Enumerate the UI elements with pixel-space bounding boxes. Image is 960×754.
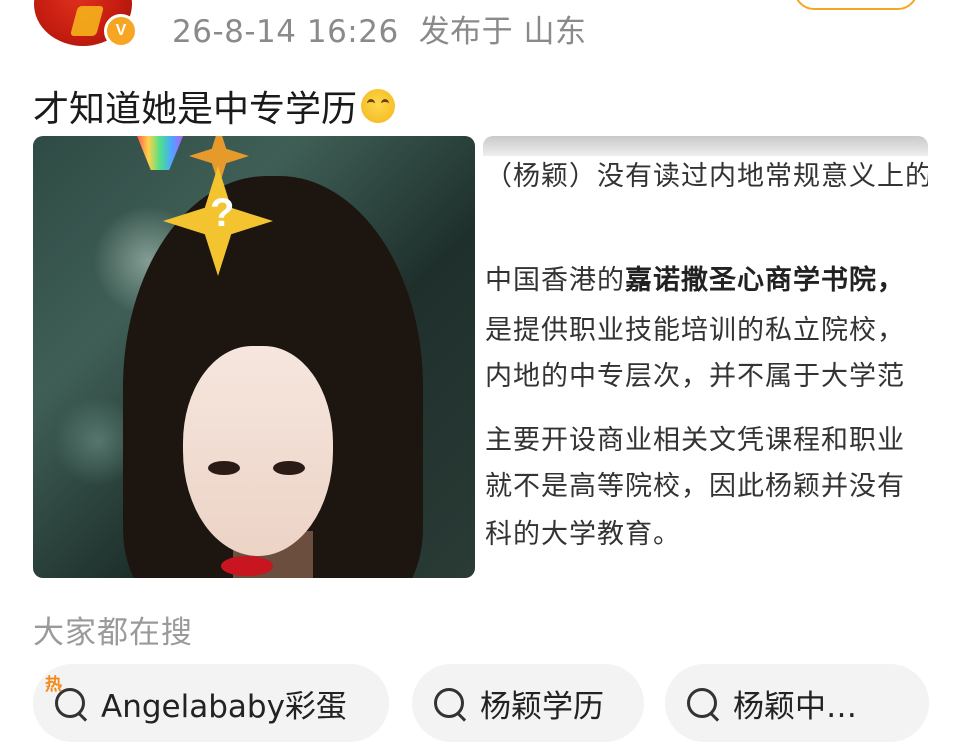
search-chip-angelababy[interactable]: 热 Angelababy彩蛋 [33,664,389,742]
text-image-line: 中国香港的嘉诺撒圣心商学书院， [485,265,905,296]
laughing-tears-icon [361,89,396,123]
verified-v-icon: V [104,14,138,48]
chip-label: 杨颖中… [733,688,857,725]
everyone-searching-title: 大家都在搜 [33,615,193,651]
post-meta: 26-8-14 16:26 发布于 山东 [172,6,607,51]
post-time: 26-8-14 16:26 [172,14,399,50]
sticker-rainbow [137,136,183,170]
text-image-line: 内地的中专层次，并不属于大学范 [485,361,905,392]
search-chip-yangying-education[interactable]: 杨颖学历 [412,664,644,742]
text-image-line: 科的大学教育。 [485,519,681,550]
text-image-line: （杨颖）没有读过内地常规意义上的 [485,161,928,192]
post-image-2[interactable]: （杨颖）没有读过内地常规意义上的 中国香港的嘉诺撒圣心商学书院， 是提供职业技能… [483,136,928,578]
post-text[interactable]: 才知道她是中专学历 [33,80,396,132]
search-chip-yangying-more[interactable]: 杨颖中… [665,664,929,742]
avatar-logo [69,6,105,36]
text-image-line: 就不是高等院校，因此杨颖并没有 [485,471,905,502]
post-image-1[interactable]: ? 杨颖 [33,136,475,578]
chip-label: 杨颖学历 [480,688,604,725]
photo-face [183,346,333,556]
follow-button[interactable] [794,0,918,10]
chip-label: Angelababy彩蛋 [101,688,347,725]
post-location: 发布于 山东 [418,14,587,50]
post-text-content: 才知道她是中专学历 [33,89,358,130]
text-image-line: 是提供职业技能培训的私立院校， [485,315,905,346]
search-icon [434,688,464,718]
text-image-line: 主要开设商业相关文凭课程和职业 [485,425,905,456]
search-icon [687,688,717,718]
